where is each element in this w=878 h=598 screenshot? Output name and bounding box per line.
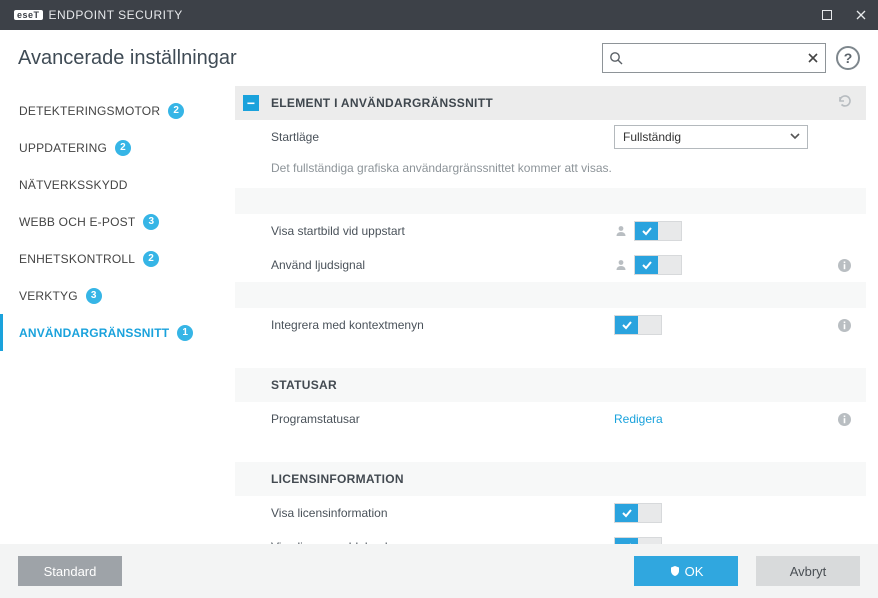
row-license-messages: Visa licensmeddelanden [235, 530, 866, 544]
select-value: Fullständig [623, 130, 681, 144]
subheading-statuses: STATUSAR [235, 368, 866, 402]
info-icon [837, 258, 852, 273]
search-icon [603, 51, 629, 65]
brand-badge: eseT [14, 10, 43, 20]
sidebar-item-update[interactable]: UPPDATERING 2 [0, 129, 235, 166]
header: Avancerade inställningar ? [0, 30, 878, 86]
row-context-menu: Integrera med kontextmenyn [235, 308, 866, 342]
row-label: Visa licensinformation [271, 506, 614, 520]
product-name: ENDPOINT SECURITY [49, 8, 183, 22]
row-label: Visa startbild vid uppstart [271, 224, 614, 238]
row-label: Integrera med kontextmenyn [271, 318, 614, 332]
sidebar-item-network[interactable]: NÄTVERKSSKYDD [0, 166, 235, 203]
sidebar-item-web-email[interactable]: WEBB OCH E-POST 3 [0, 203, 235, 240]
sidebar-item-user-interface[interactable]: ANVÄNDARGRÄNSSNITT 1 [0, 314, 235, 351]
chevron-down-icon [789, 130, 801, 145]
default-button[interactable]: Standard [18, 556, 122, 586]
x-icon [807, 52, 819, 64]
sidebar-badge: 2 [143, 251, 159, 267]
toggle-splash[interactable] [634, 221, 682, 241]
row-label: Använd ljudsignal [271, 258, 614, 272]
check-icon [621, 507, 633, 519]
content-pane[interactable]: − ELEMENT I ANVÄNDARGRÄNSSNITT Startläge… [235, 86, 878, 544]
sidebar-item-label: NÄTVERKSSKYDD [19, 178, 128, 192]
note-text: Det fullständiga grafiska användargränss… [271, 157, 612, 185]
section-title: ELEMENT I ANVÄNDARGRÄNSSNITT [271, 96, 836, 110]
row-app-statuses: Programstatusar Redigera [235, 402, 866, 436]
sidebar-badge: 2 [115, 140, 131, 156]
check-icon [641, 259, 653, 271]
square-icon [821, 9, 833, 21]
info-icon [837, 412, 852, 427]
button-label: OK [685, 564, 704, 579]
sidebar: DETEKTERINGSMOTOR 2 UPPDATERING 2 NÄTVER… [0, 86, 235, 544]
minus-icon: − [247, 96, 255, 110]
check-icon [621, 319, 633, 331]
row-sound: Använd ljudsignal [235, 248, 866, 282]
row-start-mode-note: Det fullständiga grafiska användargränss… [235, 154, 866, 188]
sidebar-item-label: ENHETSKONTROLL [19, 252, 135, 266]
window-close-button[interactable] [844, 0, 878, 30]
sidebar-badge: 3 [86, 288, 102, 304]
toggle-license-messages[interactable] [614, 537, 662, 544]
titlebar: eseT ENDPOINT SECURITY [0, 0, 878, 30]
button-label: Standard [44, 564, 97, 579]
user-icon [614, 258, 628, 272]
sidebar-item-label: UPPDATERING [19, 141, 107, 155]
search-clear-button[interactable] [801, 52, 825, 64]
sidebar-badge: 1 [177, 325, 193, 341]
info-button[interactable] [837, 412, 852, 427]
search-field[interactable] [602, 43, 826, 73]
ok-button[interactable]: OK [634, 556, 738, 586]
question-icon: ? [844, 50, 853, 66]
row-start-mode: Startläge Fullständig [235, 120, 866, 154]
sidebar-item-label: VERKTYG [19, 289, 78, 303]
help-button[interactable]: ? [836, 46, 860, 70]
check-icon [641, 225, 653, 237]
sidebar-item-detection[interactable]: DETEKTERINGSMOTOR 2 [0, 92, 235, 129]
collapse-toggle[interactable]: − [243, 95, 259, 111]
revert-button[interactable] [836, 93, 852, 114]
toggle-context-menu[interactable] [614, 315, 662, 335]
info-icon [837, 318, 852, 333]
footer: Standard OK Avbryt [0, 544, 878, 598]
sidebar-item-tools[interactable]: VERKTYG 3 [0, 277, 235, 314]
undo-icon [836, 93, 852, 109]
sidebar-item-device-control[interactable]: ENHETSKONTROLL 2 [0, 240, 235, 277]
info-button[interactable] [837, 258, 852, 273]
sidebar-item-label: ANVÄNDARGRÄNSSNITT [19, 326, 169, 340]
cancel-button[interactable]: Avbryt [756, 556, 860, 586]
shield-icon [669, 565, 681, 577]
toggle-license-info[interactable] [614, 503, 662, 523]
search-input[interactable] [629, 44, 801, 72]
row-label: Programstatusar [271, 412, 614, 426]
page-title: Avancerade inställningar [18, 47, 602, 70]
start-mode-select[interactable]: Fullständig [614, 125, 808, 149]
toggle-sound[interactable] [634, 255, 682, 275]
button-label: Avbryt [790, 564, 827, 579]
row-label: Startläge [271, 130, 614, 144]
info-button[interactable] [837, 318, 852, 333]
user-icon [614, 224, 628, 238]
section-header: − ELEMENT I ANVÄNDARGRÄNSSNITT [235, 86, 866, 120]
edit-statuses-link[interactable]: Redigera [614, 412, 663, 426]
row-license-info: Visa licensinformation [235, 496, 866, 530]
row-splash: Visa startbild vid uppstart [235, 214, 866, 248]
subheading-license: LICENSINFORMATION [235, 462, 866, 496]
sidebar-badge: 2 [168, 103, 184, 119]
window-maximize-button[interactable] [810, 0, 844, 30]
close-icon [855, 9, 867, 21]
sidebar-item-label: DETEKTERINGSMOTOR [19, 104, 160, 118]
sidebar-item-label: WEBB OCH E-POST [19, 215, 135, 229]
sidebar-badge: 3 [143, 214, 159, 230]
